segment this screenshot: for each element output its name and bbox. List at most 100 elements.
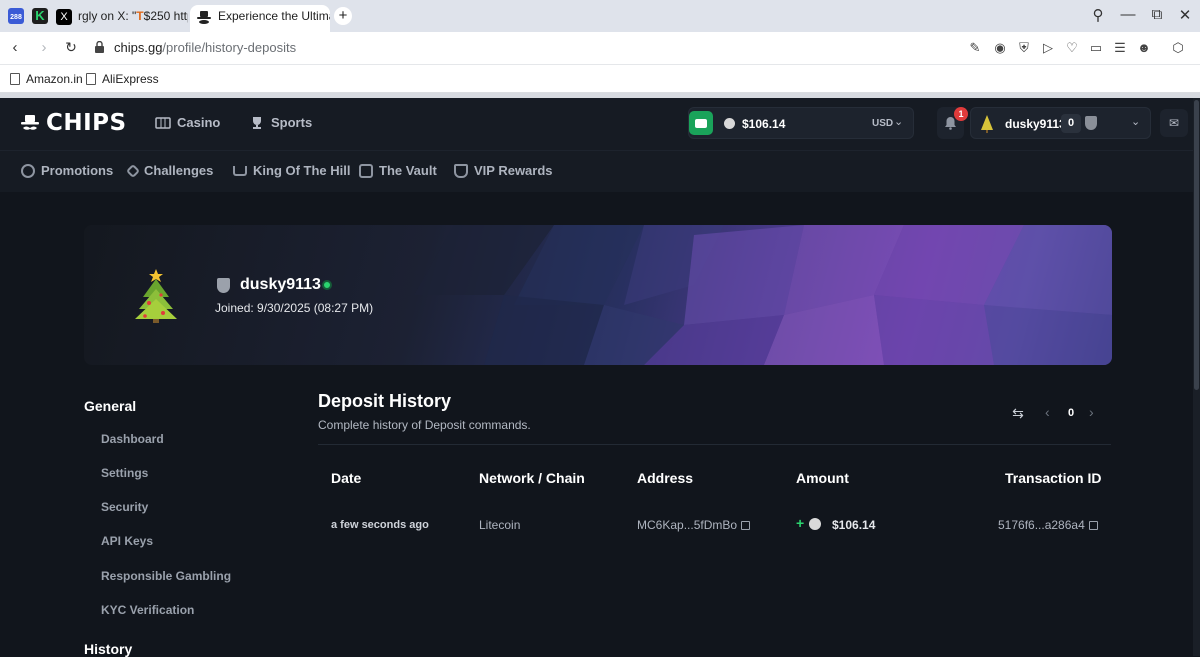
battery-icon[interactable]: ▭ [1088,40,1104,56]
column-header-address: Address [637,470,694,486]
online-status-dot [322,280,332,290]
forward-icon[interactable]: › [35,39,53,56]
rank-shield-icon [217,278,230,293]
nav-sports-label: Sports [271,115,313,130]
tab-x-post[interactable]: Xrgly on X: "T$250 https:/ [56,5,188,32]
vip-icon [454,163,468,178]
page-icon [10,73,20,85]
chips-hat-icon [196,9,212,25]
refresh-icon[interactable]: ⇆ [1010,405,1026,421]
bookmark-aliexpress[interactable]: AliExpress [86,72,159,86]
user-menu[interactable]: dusky9113 0 ⌄ [970,107,1151,139]
trophy-icon [253,116,261,129]
page-title: Deposit History [318,391,452,411]
column-header-amount: Amount [796,470,849,486]
wallet-icon[interactable] [689,111,713,135]
reload-icon[interactable]: ↻ [62,39,80,56]
extensions-cube-icon[interactable]: ⬡ [1170,40,1186,56]
url-domain: chips.gg [114,40,163,55]
nav-challenges[interactable]: Challenges [125,163,214,178]
sidebar-item-dashboard[interactable]: Dashboard [101,432,164,446]
column-header-network: Network / Chain [479,470,585,486]
play-icon[interactable]: ▷ [1040,40,1056,56]
wallet-balance: $106.14 [742,117,786,131]
nav-label: King Of The Hill [253,163,351,178]
cell-date: a few seconds ago [331,519,429,531]
menu-list-icon[interactable]: ☰ [1112,40,1128,56]
nav-sports[interactable]: Sports [249,115,312,130]
nav-label: The Vault [379,163,437,178]
tab-chips-active[interactable]: Experience the Ultimate T [190,5,330,32]
sidebar-item-security[interactable]: Security [101,500,148,514]
sidebar-heading-history: History [84,641,133,657]
lock-icon[interactable] [95,41,104,53]
nav-the-vault[interactable]: The Vault [359,163,437,178]
cell-address-link[interactable]: MC6Kap...5fDmBo [637,518,751,532]
bookmark-amazon[interactable]: Amazon.in [10,72,83,86]
nav-king-of-the-hill[interactable]: King Of The Hill [233,163,351,178]
tab-label: rgly on X: " [78,9,137,23]
chips-logo[interactable]: CHIPS [20,110,127,136]
browser-tab-bar: 288 K Xrgly on X: "T$250 https:/ Experie… [0,0,1200,32]
t-icon: T [136,9,144,23]
pinned-tab-k-icon[interactable]: K [32,8,48,24]
pinned-tab-icon[interactable]: 288 [8,8,24,24]
nav-label: VIP Rewards [474,163,553,178]
header-divider [318,444,1111,445]
sidebar-item-api-keys[interactable]: API Keys [101,534,153,548]
chevron-down-icon: ⌄ [894,116,904,128]
edit-icon[interactable]: ✎ [967,40,983,56]
new-tab-button[interactable]: + [334,7,352,25]
camera-icon[interactable]: ◉ [992,40,1008,56]
cell-amount: $106.14 [832,518,876,532]
chat-icon[interactable]: ✉ [1160,109,1188,137]
tab-label: Experience the Ultimate T [218,9,330,23]
sidebar-item-settings[interactable]: Settings [101,466,148,480]
sidebar-item-responsible-gambling[interactable]: Responsible Gambling [101,569,231,583]
minimize-icon[interactable]: — [1118,6,1138,23]
url-path: /profile/history-deposits [162,40,297,55]
back-icon[interactable]: ‹ [6,39,24,56]
address-bar: ‹ › ↻ chips.gg/profile/history-deposits … [0,32,1200,90]
cell-txid-link[interactable]: 5176f6...a286a4 [998,518,1098,532]
vault-icon [359,163,373,178]
amount-sign: + [796,515,805,531]
nav-promotions[interactable]: Promotions [21,163,113,178]
sidebar-item-kyc-verification[interactable]: KYC Verification [101,603,194,617]
profile-icon[interactable]: ☻ [1136,40,1152,56]
pagination-next-icon[interactable]: › [1089,404,1094,420]
search-tabs-icon[interactable]: ⚲ [1088,6,1108,24]
cell-address: MC6Kap...5fDmBo [637,518,738,532]
pagination-prev-icon[interactable]: ‹ [1045,404,1050,420]
wallet-currency: USD [872,118,894,129]
sidebar-heading-general: General [84,398,137,414]
nav-label: Challenges [144,163,214,178]
wallet-selector[interactable]: $106.14 USD ⌄ [688,107,914,139]
tab-label-extra: $250 https:/ [143,9,188,23]
challenges-icon [125,163,141,178]
column-header-transaction-id: Transaction ID [1005,470,1102,486]
litecoin-icon [724,118,735,129]
nav-casino[interactable]: Casino [155,115,220,130]
profile-joined-date: Joined: 9/30/2025 (08:27 PM) [215,301,374,315]
notification-badge: 1 [954,107,968,121]
url-field[interactable]: chips.gg/profile/history-deposits [114,40,296,55]
external-link-icon [1088,521,1098,530]
cell-network: Litecoin [479,518,521,532]
crown-icon [233,165,247,176]
page-scrollbar-thumb[interactable] [1194,100,1199,390]
pagination-page-number: 0 [1068,407,1075,419]
nav-vip-rewards[interactable]: VIP Rewards [454,163,553,178]
nav-label: Promotions [41,163,114,178]
cell-transaction-id: 5176f6...a286a4 [998,518,1085,532]
shield-check-icon[interactable]: ⛨ [1016,40,1032,56]
user-level: 0 [1061,114,1081,133]
close-window-icon[interactable]: ✕ [1175,6,1195,24]
page-icon [86,73,96,85]
hat-mustache-icon [21,115,39,130]
heart-icon[interactable]: ♡ [1064,40,1080,56]
litecoin-icon [809,518,821,530]
tree-avatar-icon [981,115,993,133]
restore-icon[interactable]: ⧉ [1147,6,1167,23]
promotions-icon [21,163,35,178]
